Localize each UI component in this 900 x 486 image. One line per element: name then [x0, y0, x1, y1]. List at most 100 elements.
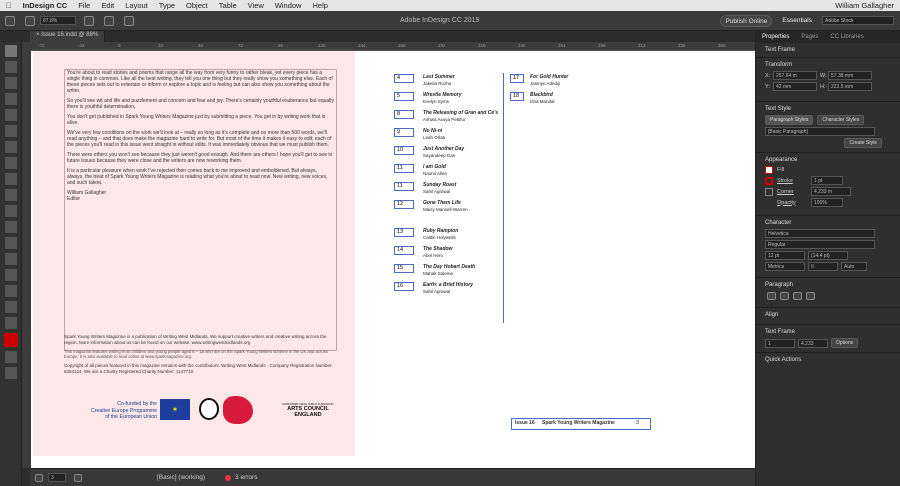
toc-frame[interactable] — [503, 73, 504, 323]
pen-tool-icon[interactable] — [4, 157, 17, 169]
spark-owl-logo[interactable] — [199, 398, 219, 420]
zoom-field[interactable]: 87.8% — [40, 16, 76, 25]
toc-author: Caitlin Holywells — [423, 235, 456, 240]
hand-tool-icon[interactable] — [4, 301, 17, 313]
gutter-field[interactable]: 4.233 — [798, 338, 828, 348]
scissors-tool-icon[interactable] — [4, 221, 17, 233]
menu-layout[interactable]: Layout — [125, 1, 148, 10]
corner-label: Corner — [777, 188, 794, 195]
create-style-button[interactable]: Create Style — [844, 138, 882, 148]
gap-tool-icon[interactable] — [4, 93, 17, 105]
line-tool-icon[interactable] — [4, 141, 17, 153]
selection-type: Text Frame — [765, 47, 796, 53]
next-page-icon[interactable] — [74, 473, 82, 482]
spark-splash-logo[interactable] — [223, 396, 253, 424]
justify-icon[interactable] — [806, 292, 815, 300]
arrange-icon[interactable] — [124, 15, 134, 26]
menu-window[interactable]: Window — [275, 1, 302, 10]
gradient-tool-icon[interactable] — [4, 253, 17, 265]
font-size-field[interactable]: 12 pt — [765, 251, 805, 260]
opacity-field[interactable]: 100% — [811, 198, 843, 207]
align-center-icon[interactable] — [780, 292, 789, 300]
stock-search-input[interactable]: Adobe Stock — [822, 16, 894, 25]
menu-type[interactable]: Type — [159, 1, 175, 10]
fill-stroke-swatch-icon[interactable] — [3, 333, 18, 347]
horizontal-ruler[interactable]: -72 -24 0 24 48 72 96 120 144 168 192 216 240 264 288 3… — [30, 42, 755, 51]
document-tab[interactable]: × Issue 16.indd @ 88% — [30, 31, 106, 42]
swap-colors-icon[interactable] — [4, 351, 17, 363]
footer-para: This magazine features writing from chil… — [64, 349, 328, 359]
note-tool-icon[interactable] — [4, 269, 17, 281]
menu-file[interactable]: File — [78, 1, 90, 10]
font-family-select[interactable]: Helvetica — [765, 229, 875, 238]
paragraph-styles-tab[interactable]: Paragraph Styles — [765, 115, 814, 125]
corner-icon[interactable] — [765, 187, 773, 196]
arts-council-logo[interactable]: SUPPORTED USING PUBLIC FUNDING BY ARTS C… — [278, 403, 338, 418]
paragraph-style-select[interactable]: [Basic Paragraph] — [765, 127, 875, 136]
page-tool-icon[interactable] — [4, 77, 17, 89]
kerning-select[interactable]: Metrics — [765, 262, 805, 271]
right-footer-frame[interactable]: Issue 16 Spark Young Writers Magazine 3 — [511, 418, 651, 430]
prev-page-icon[interactable] — [35, 473, 43, 482]
screen-mode-tool-icon[interactable] — [4, 367, 17, 379]
ruler-tick: -24 — [78, 43, 85, 48]
leading-field[interactable]: (14.4 pt) — [808, 251, 848, 260]
preflight-errors[interactable]: 3 errors — [235, 474, 257, 481]
preflight-profile[interactable]: [Basic] (working) — [157, 474, 205, 481]
menu-edit[interactable]: Edit — [101, 1, 114, 10]
stroke-weight-field[interactable]: 1 pt — [811, 176, 843, 185]
footer-para: Copyright of all pieces featured in this… — [64, 363, 333, 374]
apple-icon[interactable]:  — [6, 1, 12, 10]
pencil-tool-icon[interactable] — [4, 173, 17, 185]
align-right-icon[interactable] — [793, 292, 802, 300]
stroke-swatch-icon[interactable] — [765, 176, 773, 185]
tab-pages[interactable]: Pages — [795, 34, 824, 40]
tab-cc-libraries[interactable]: CC Libraries — [824, 34, 869, 40]
view-options-icon[interactable] — [84, 15, 94, 26]
align-left-icon[interactable] — [767, 292, 776, 300]
columns-field[interactable]: 1 — [765, 338, 795, 348]
optical-select[interactable]: Auto — [841, 262, 867, 271]
user-name[interactable]: William Gallagher — [835, 1, 894, 10]
h-field[interactable]: 223.5 mm — [828, 82, 872, 91]
menu-help[interactable]: Help — [312, 1, 327, 10]
home-icon[interactable] — [5, 15, 15, 26]
toc-page-number: 9 — [394, 128, 414, 137]
menu-view[interactable]: View — [248, 1, 264, 10]
ruler-tick: 216 — [478, 43, 486, 48]
intro-text-frame[interactable]: You're about to read stories and poems t… — [64, 69, 337, 351]
corner-field[interactable]: 4.233 m — [811, 187, 851, 196]
type-tool-icon[interactable] — [4, 125, 17, 137]
direct-selection-tool-icon[interactable] — [4, 61, 17, 73]
tab-properties[interactable]: Properties — [756, 34, 795, 40]
zoom-tool-icon[interactable] — [4, 317, 17, 329]
ruler-tick: 24 — [158, 43, 164, 48]
vertical-ruler[interactable] — [22, 42, 31, 468]
x-field[interactable]: 257.64 m — [773, 71, 817, 80]
screen-mode-icon[interactable] — [104, 15, 114, 26]
page-field[interactable]: 3 — [48, 473, 66, 482]
bridge-icon[interactable] — [25, 15, 35, 26]
rectangle-frame-tool-icon[interactable] — [4, 189, 17, 201]
selection-tool-icon[interactable] — [4, 45, 17, 57]
tracking-field[interactable]: 0 — [808, 262, 838, 271]
workspace-switcher[interactable]: Essentials — [782, 17, 812, 24]
menu-table[interactable]: Table — [219, 1, 237, 10]
menu-object[interactable]: Object — [186, 1, 208, 10]
character-styles-tab[interactable]: Character Styles — [817, 115, 865, 125]
eyedropper-tool-icon[interactable] — [4, 285, 17, 297]
y-field[interactable]: 42 mm — [773, 82, 817, 91]
fill-swatch-icon[interactable] — [765, 166, 773, 174]
footer-text-frame[interactable]: Spark Young Writers Magazine is a public… — [64, 334, 339, 394]
app-menu[interactable]: InDesign CC — [23, 1, 68, 10]
publish-online-button[interactable]: Publish Online — [720, 14, 773, 27]
rectangle-tool-icon[interactable] — [4, 205, 17, 217]
font-style-select[interactable]: Regular — [765, 240, 875, 249]
w-field[interactable]: 57.38 mm — [828, 71, 872, 80]
free-transform-tool-icon[interactable] — [4, 237, 17, 249]
left-page[interactable]: You're about to read stories and poems t… — [33, 51, 355, 456]
window-title: Adobe InDesign CC 2019 — [400, 17, 480, 24]
content-collector-icon[interactable] — [4, 109, 17, 121]
options-button[interactable]: Options — [831, 338, 859, 348]
eu-flag-logo[interactable]: ✶ — [160, 399, 190, 420]
